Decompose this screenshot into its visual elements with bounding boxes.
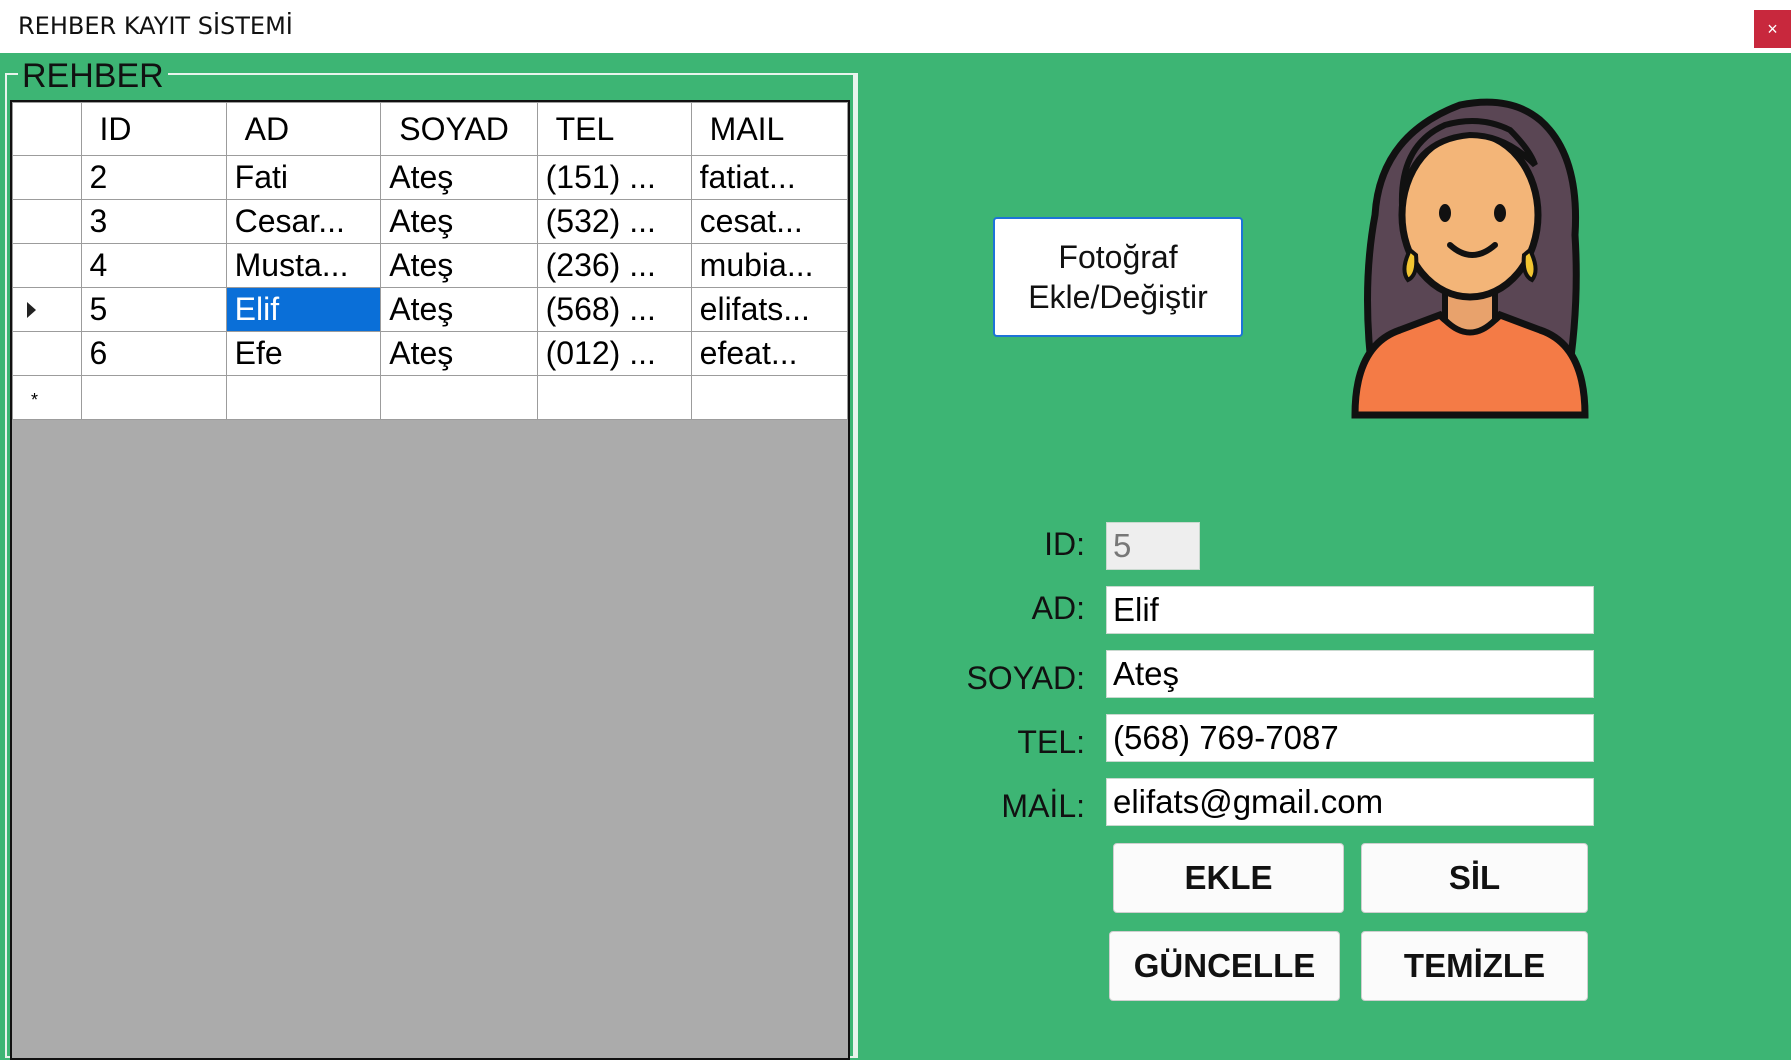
row-header-corner (12, 102, 82, 156)
grid-table: ID AD SOYAD TEL MAIL 2 Fati Ateş (151) .… (12, 102, 849, 420)
column-header-soyad[interactable]: SOYAD (380, 102, 538, 156)
column-header-mail[interactable]: MAIL (690, 102, 849, 156)
ekle-button[interactable]: EKLE (1113, 843, 1344, 913)
cell-mail[interactable]: elifats... (690, 287, 849, 332)
photo-change-button[interactable]: Fotoğraf Ekle/Değiştir (993, 217, 1243, 337)
new-row[interactable]: * (12, 375, 849, 420)
id-field[interactable]: 5 (1106, 522, 1200, 570)
window-title: REHBER KAYIT SİSTEMİ (18, 12, 293, 40)
ad-label: AD: (1031, 590, 1085, 626)
current-row-arrow-icon (27, 302, 36, 318)
cell-soyad[interactable]: Ateş (380, 155, 538, 200)
cell-soyad[interactable] (380, 375, 538, 420)
column-header-id[interactable]: ID (80, 102, 227, 156)
cell-soyad[interactable]: Ateş (380, 199, 538, 244)
cell-id[interactable]: 2 (80, 155, 227, 200)
mail-field[interactable]: elifats@gmail.com (1106, 778, 1594, 826)
cell-ad[interactable]: Cesar... (225, 199, 382, 244)
cell-mail[interactable]: fatiat... (690, 155, 849, 200)
sil-button[interactable]: SİL (1361, 843, 1588, 913)
cell-id[interactable]: 5 (80, 287, 227, 332)
grid-header-row: ID AD SOYAD TEL MAIL (12, 102, 849, 156)
cell-soyad[interactable]: Ateş (380, 287, 538, 332)
cell-tel[interactable]: (532) ... (536, 199, 692, 244)
cell-ad-selected[interactable]: Elif (225, 287, 382, 332)
id-label: ID: (1044, 526, 1085, 562)
cell-tel[interactable]: (012) ... (536, 331, 692, 376)
row-header[interactable] (12, 155, 82, 200)
row-header-new[interactable]: * (12, 375, 82, 420)
cell-mail[interactable]: efeat... (690, 331, 849, 376)
cell-ad[interactable]: Efe (225, 331, 382, 376)
cell-soyad[interactable]: Ateş (380, 243, 538, 288)
cell-id[interactable]: 4 (80, 243, 227, 288)
cell-ad[interactable]: Musta... (225, 243, 382, 288)
column-header-ad[interactable]: AD (225, 102, 382, 156)
table-row[interactable]: 3 Cesar... Ateş (532) ... cesat... (12, 199, 849, 244)
soyad-field[interactable]: Ateş (1106, 650, 1594, 698)
row-header-current[interactable] (12, 287, 82, 332)
cell-ad[interactable] (225, 375, 382, 420)
tel-field[interactable]: (568) 769-7087 (1106, 714, 1594, 762)
title-bar: REHBER KAYIT SİSTEMİ × (0, 0, 1791, 53)
cell-mail[interactable] (690, 375, 849, 420)
guncelle-button[interactable]: GÜNCELLE (1109, 931, 1340, 1001)
cell-id[interactable] (80, 375, 227, 420)
close-button[interactable]: × (1754, 10, 1791, 48)
contacts-grid[interactable]: ID AD SOYAD TEL MAIL 2 Fati Ateş (151) .… (10, 100, 850, 1060)
panel-divider (855, 73, 858, 1058)
ad-field[interactable]: Elif (1106, 586, 1594, 634)
tel-label: TEL: (1017, 724, 1085, 760)
cell-tel[interactable] (536, 375, 692, 420)
photo-button-line1: Fotoğraf (1058, 239, 1178, 275)
cell-id[interactable]: 3 (80, 199, 227, 244)
cell-id[interactable]: 6 (80, 331, 227, 376)
table-row-selected[interactable]: 5 Elif Ateş (568) ... elifats... (12, 287, 849, 332)
column-header-tel[interactable]: TEL (536, 102, 692, 156)
cell-mail[interactable]: mubia... (690, 243, 849, 288)
cell-tel[interactable]: (236) ... (536, 243, 692, 288)
row-header[interactable] (12, 243, 82, 288)
table-row[interactable]: 4 Musta... Ateş (236) ... mubia... (12, 243, 849, 288)
cell-tel[interactable]: (568) ... (536, 287, 692, 332)
table-row[interactable]: 2 Fati Ateş (151) ... fatiat... (12, 155, 849, 200)
photo-button-line2: Ekle/Değiştir (1028, 279, 1208, 315)
contact-photo (1340, 95, 1600, 425)
mail-label: MAİL: (1001, 788, 1085, 824)
cell-tel[interactable]: (151) ... (536, 155, 692, 200)
soyad-label: SOYAD: (966, 660, 1085, 696)
temizle-button[interactable]: TEMİZLE (1361, 931, 1588, 1001)
row-header[interactable] (12, 331, 82, 376)
cell-soyad[interactable]: Ateş (380, 331, 538, 376)
row-header[interactable] (12, 199, 82, 244)
new-row-marker-icon: * (31, 390, 39, 410)
cell-mail[interactable]: cesat... (690, 199, 849, 244)
cell-ad[interactable]: Fati (225, 155, 382, 200)
groupbox-legend: REHBER (18, 56, 168, 96)
table-row[interactable]: 6 Efe Ateş (012) ... efeat... (12, 331, 849, 376)
